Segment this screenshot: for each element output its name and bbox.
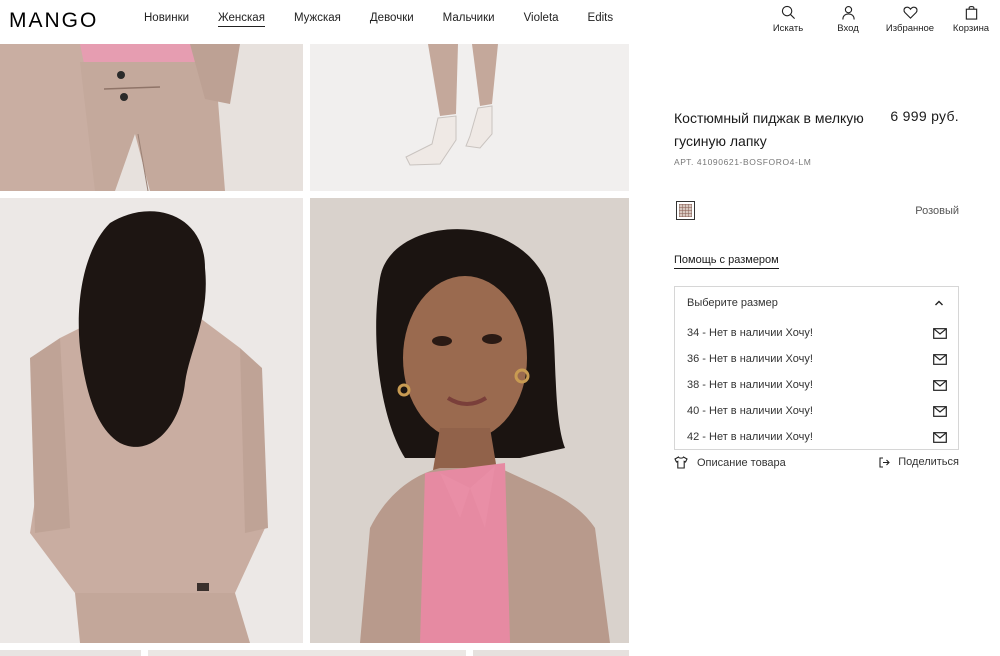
search-icon (781, 5, 795, 19)
product-photo-back-view[interactable] (0, 198, 303, 643)
product-price: 6 999 руб. (890, 108, 959, 124)
size-option-38[interactable]: 38 - Нет в наличии Хочу! (687, 377, 947, 403)
mail-icon[interactable] (933, 380, 947, 391)
product-photo-thumb-2[interactable] (148, 650, 466, 656)
favorites-label: Избранное (885, 23, 935, 34)
size-option-label: 34 - Нет в наличии Хочу! (687, 327, 813, 339)
share-icon (879, 456, 891, 468)
product-gallery (0, 44, 629, 656)
favorites-button[interactable]: Избранное (878, 5, 942, 34)
main-nav: Новинки Женская Мужская Девочки Мальчики… (144, 12, 642, 27)
trousers-detail-image (0, 44, 303, 191)
size-option-label: 36 - Нет в наличии Хочу! (687, 353, 813, 365)
heart-icon (902, 6, 918, 19)
chevron-up-icon[interactable] (934, 299, 944, 307)
cart-button[interactable]: Корзина (942, 5, 1000, 34)
share-label: Поделиться (898, 456, 959, 468)
mail-icon[interactable] (933, 406, 947, 417)
search-label: Искать (772, 23, 804, 34)
header-actions: Искать Вход Избранное Корзина (758, 5, 1000, 34)
product-description-link[interactable]: Описание товара (674, 456, 786, 469)
product-article: АРТ. 41090621-BOSFORO4-LM (674, 157, 812, 167)
size-option-40[interactable]: 40 - Нет в наличии Хочу! (687, 403, 947, 429)
nav-item-violeta[interactable]: Violeta (524, 12, 559, 27)
product-photo-thumb-3[interactable] (473, 650, 629, 656)
size-option-34[interactable]: 34 - Нет в наличии Хочу! (687, 325, 947, 351)
product-description-label: Описание товара (697, 456, 786, 469)
product-photo-shoes[interactable] (310, 44, 629, 191)
size-selector[interactable]: Выберите размер 34 - Нет в наличии Хочу!… (674, 286, 959, 450)
login-button[interactable]: Вход (818, 5, 878, 34)
shoes-image (310, 44, 629, 191)
size-option-label: 42 - Нет в наличии Хочу! (687, 431, 813, 443)
bag-icon (965, 5, 977, 20)
nav-item-new[interactable]: Новинки (144, 12, 189, 27)
back-view-image (0, 198, 303, 643)
logo[interactable]: MANGO (9, 9, 98, 33)
size-help-link[interactable]: Помощь с размером (674, 254, 779, 269)
size-option-42[interactable]: 42 - Нет в наличии Хочу! (687, 429, 947, 455)
product-photo-thumb-1[interactable] (0, 650, 141, 656)
size-selector-placeholder: Выберите размер (687, 297, 778, 309)
nav-item-women[interactable]: Женская (218, 12, 265, 27)
color-name: Розовый (915, 205, 959, 217)
login-label: Вход (837, 23, 859, 34)
size-options-list: 34 - Нет в наличии Хочу! 36 - Нет в нали… (687, 325, 947, 455)
cart-label: Корзина (952, 23, 990, 34)
shirt-icon (674, 456, 688, 469)
mail-icon[interactable] (933, 354, 947, 365)
mail-icon[interactable] (933, 432, 947, 443)
nav-item-girls[interactable]: Девочки (370, 12, 414, 27)
mail-icon[interactable] (933, 328, 947, 339)
color-swatch-pattern (679, 204, 692, 217)
portrait-image (310, 198, 629, 643)
size-option-label: 40 - Нет в наличии Хочу! (687, 405, 813, 417)
nav-item-edits[interactable]: Edits (588, 12, 614, 27)
nav-item-boys[interactable]: Мальчики (443, 12, 495, 27)
product-photo-portrait[interactable] (310, 198, 629, 643)
share-link[interactable]: Поделиться (879, 456, 959, 468)
product-photo-trousers-detail[interactable] (0, 44, 303, 191)
color-swatch[interactable] (676, 201, 695, 220)
size-option-label: 38 - Нет в наличии Хочу! (687, 379, 813, 391)
user-icon (841, 6, 855, 20)
product-info-panel: Костюмный пиджак в мелкую гусиную лапку … (674, 44, 959, 656)
size-option-36[interactable]: 36 - Нет в наличии Хочу! (687, 351, 947, 377)
site-header: MANGO Новинки Женская Мужская Девочки Ма… (0, 0, 1000, 44)
search-button[interactable]: Искать (758, 5, 818, 34)
nav-item-men[interactable]: Мужская (294, 12, 341, 27)
product-title: Костюмный пиджак в мелкую гусиную лапку (674, 110, 864, 149)
